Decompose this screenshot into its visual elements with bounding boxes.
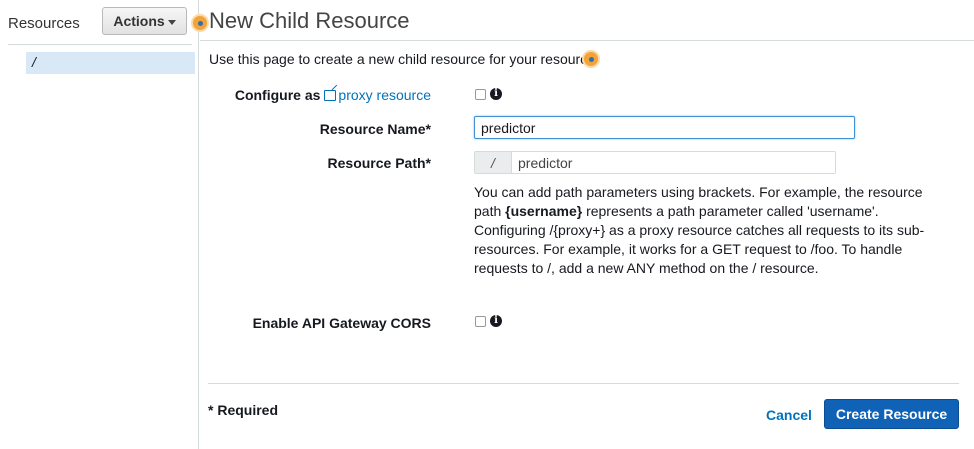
resource-path-label: Resource Path*	[327, 155, 431, 171]
api-gateway-page: Resources Actions / New Child Resource U…	[0, 0, 974, 449]
cors-checkbox[interactable]	[475, 316, 486, 327]
intro-text-content: Use this page to create a new child reso…	[209, 51, 599, 67]
caret-down-icon	[167, 19, 176, 25]
resource-path-prefix: /	[475, 152, 512, 173]
actions-label: Actions	[113, 13, 165, 29]
intro-text: Use this page to create a new child reso…	[209, 51, 599, 67]
divider	[200, 40, 974, 41]
create-resource-button[interactable]: Create Resource	[824, 399, 959, 429]
proxy-resource-link[interactable]: proxy resource	[338, 87, 431, 103]
resource-path-help-text: You can add path parameters using bracke…	[474, 183, 952, 278]
divider	[208, 383, 959, 384]
actions-dropdown-button[interactable]: Actions	[102, 7, 187, 35]
page-title: New Child Resource	[209, 8, 410, 33]
resources-title: Resources	[8, 15, 80, 32]
info-icon[interactable]: i	[490, 315, 502, 327]
configure-proxy-label-text: Configure as	[234, 87, 321, 103]
cancel-button[interactable]: Cancel	[766, 407, 812, 423]
resource-tree-item-root[interactable]: /	[26, 52, 195, 74]
resource-name-label: Resource Name*	[319, 121, 431, 137]
info-icon[interactable]: i	[490, 88, 502, 100]
resource-path-input[interactable]	[512, 152, 835, 173]
cors-label: Enable API Gateway CORS	[252, 315, 431, 331]
resources-panel: Resources Actions /	[0, 0, 199, 449]
resource-name-input[interactable]	[474, 116, 855, 139]
configure-proxy-checkbox[interactable]	[475, 89, 486, 100]
help-text-example: {username}	[505, 203, 583, 219]
external-link-icon	[324, 90, 337, 101]
resource-path-field: /	[474, 151, 836, 174]
help-hotspot-icon[interactable]	[193, 16, 207, 30]
divider	[8, 44, 192, 45]
configure-proxy-label: Configure as proxy resource	[235, 87, 431, 103]
help-hotspot-icon[interactable]	[584, 52, 598, 66]
resource-path-label: /	[32, 54, 36, 70]
required-note: * Required	[208, 402, 279, 418]
